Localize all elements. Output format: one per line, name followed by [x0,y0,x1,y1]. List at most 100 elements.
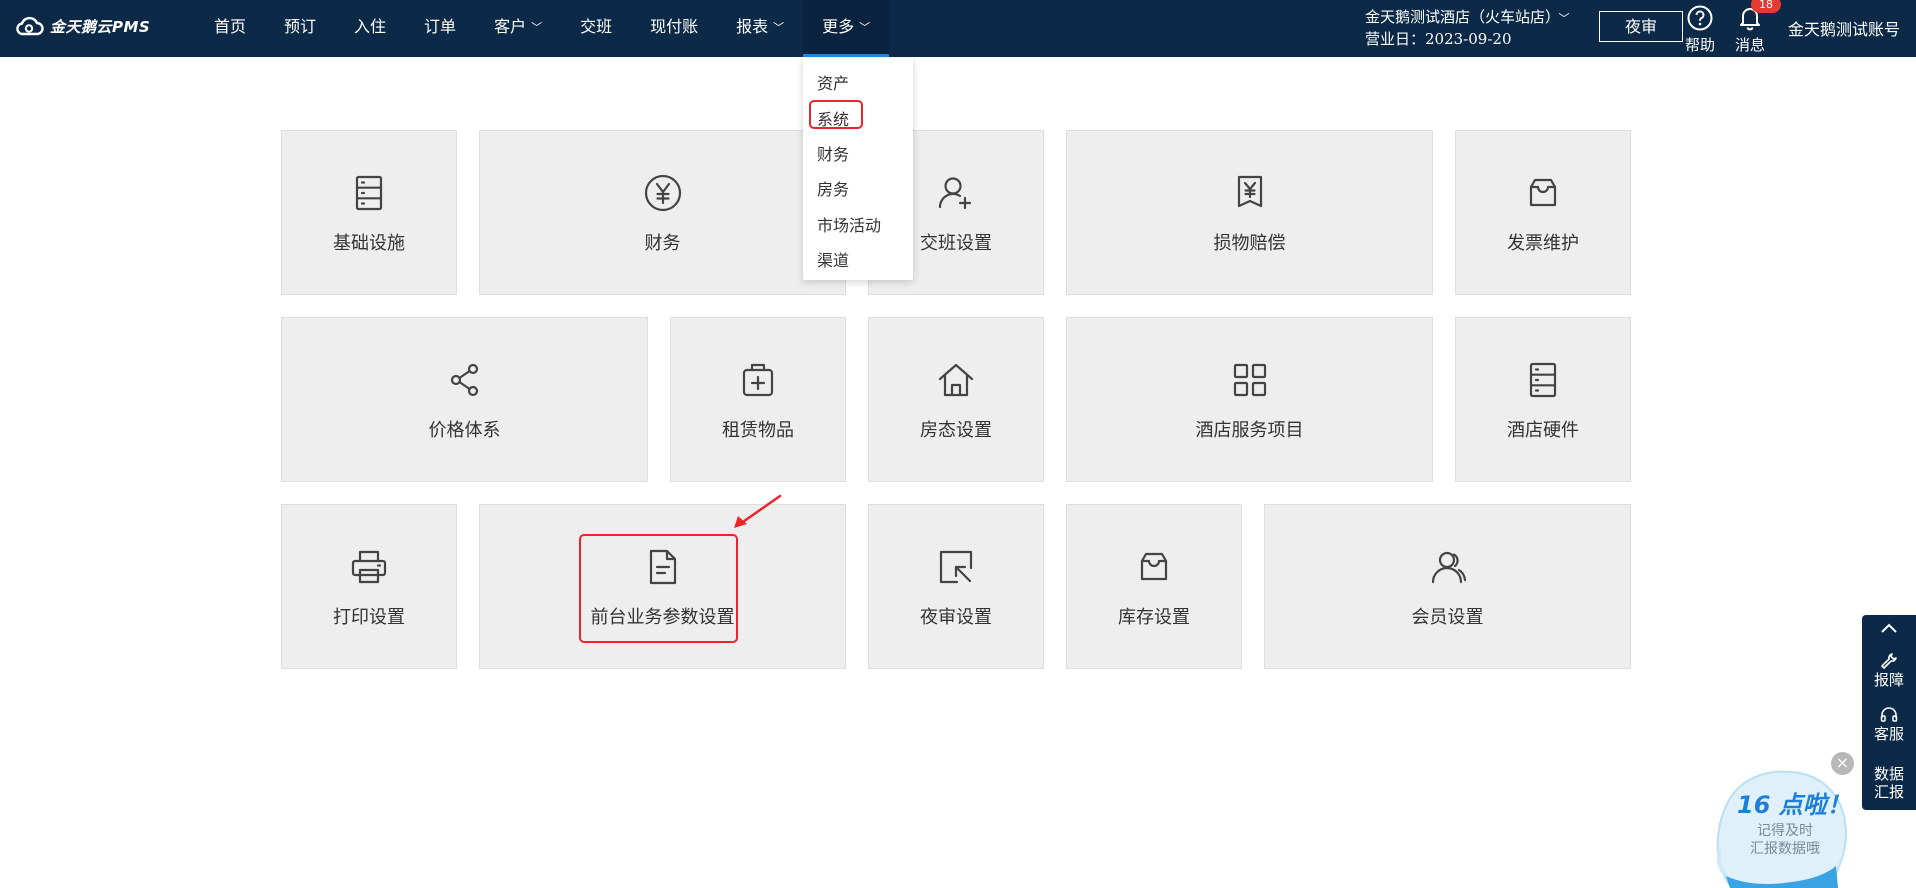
chevron-up-icon [1881,623,1897,633]
tile-hotel-service-items[interactable]: 酒店服务项目 [1066,317,1433,482]
menu-item-channels[interactable]: 渠道 [817,247,849,271]
inbox-icon [1523,173,1563,213]
nav-label: 现付账 [650,17,699,36]
promo-title: 16 点啦！ [1737,791,1851,819]
nav-item-orders[interactable]: 订单 [405,0,475,57]
cursor-box-icon [936,547,976,587]
customer-service-label: 客服 [1873,725,1904,743]
floating-side-panel: 报障 客服 数据汇报 [1862,615,1916,810]
wrench-icon [1881,653,1897,669]
data-report-label: 数据汇报 [1874,765,1905,801]
menu-item-marketing[interactable]: 市场活动 [817,212,881,236]
tile-hotel-hardware[interactable]: 酒店硬件 [1455,317,1631,482]
tile-label: 会员设置 [1411,607,1484,628]
annotation-arrow-icon [734,494,782,528]
tile-label: 价格体系 [428,420,501,441]
nav-item-more[interactable]: 更多 ﹀ [803,0,890,57]
question-circle-icon [1687,5,1713,31]
chevron-down-icon: ﹀ [531,21,543,34]
yen-circle-icon [643,173,683,213]
tile-member-settings[interactable]: 会员设置 [1264,504,1631,669]
close-icon[interactable]: × [1831,752,1854,775]
menu-item-housekeeping[interactable]: 房务 [817,176,849,200]
tile-label: 房态设置 [920,420,992,441]
nav-label: 交班 [580,17,613,36]
nav-label: 客户 [494,17,527,36]
promo-line-1: 记得及时 [1757,823,1813,839]
help-button[interactable]: 帮助 [1678,4,1722,55]
nav-item-reports[interactable]: 报表 ﹀ [717,0,803,57]
nav-label: 更多 [822,17,855,36]
report-issue-button[interactable]: 报障 [1862,651,1916,689]
share-nodes-icon [445,360,485,400]
nav-label: 订单 [424,17,457,36]
tile-label: 基础设施 [333,233,405,254]
nav-item-checkin[interactable]: 入住 [335,0,405,57]
tile-label: 财务 [644,233,681,254]
messages-label: 消息 [1734,36,1765,54]
chevron-down-icon: ﹀ [1558,12,1570,25]
headset-icon [1880,707,1898,722]
users-icon [1428,547,1468,587]
tile-label: 夜审设置 [920,607,992,628]
tile-room-status-settings[interactable]: 房态设置 [868,317,1044,482]
cloud-logo-icon [16,16,44,36]
medical-bag-icon [738,360,778,400]
house-icon [936,360,976,400]
tile-label: 租赁物品 [722,420,794,441]
tile-label: 库存设置 [1118,607,1190,628]
tile-label: 酒店服务项目 [1195,420,1304,441]
brand-name: 金天鹅云PMS [50,17,151,36]
tile-inventory-settings[interactable]: 库存设置 [1066,504,1242,669]
tile-rental-items[interactable]: 租赁物品 [670,317,846,482]
chevron-down-icon: ﹀ [859,21,871,34]
tile-infrastructure[interactable]: 基础设施 [281,130,457,295]
menu-item-assets[interactable]: 资产 [817,70,849,94]
nav-label: 入住 [354,17,387,36]
tile-print-settings[interactable]: 打印设置 [281,504,457,669]
promo-line-2: 汇报数据哦 [1750,841,1820,857]
data-report-button[interactable]: 数据汇报 [1874,765,1904,801]
highlight-box [809,100,863,129]
tile-label: 发票维护 [1507,233,1579,254]
hotel-selector[interactable]: 金天鹅测试酒店（火车站店） ﹀ 营业日：2023-09-20 [1365,7,1570,49]
server-rack-icon [349,173,389,213]
server-rack-icon [1523,360,1563,400]
back-to-top-button[interactable] [1862,621,1916,635]
tile-label: 损物赔偿 [1213,233,1286,254]
account-name[interactable]: 金天鹅测试账号 [1788,16,1900,40]
report-issue-label: 报障 [1873,671,1904,689]
hotel-name: 金天鹅测试酒店（火车站店） [1365,8,1553,26]
highlight-box [579,534,738,643]
tile-damage-compensation[interactable]: 损物赔偿 [1066,130,1433,295]
nav-label: 报表 [736,17,769,36]
night-audit-button[interactable]: 夜审 [1599,11,1683,42]
brand-logo[interactable]: 金天鹅云PMS [14,15,150,37]
business-date: 营业日：2023-09-20 [1365,30,1512,48]
tile-night-audit-settings[interactable]: 夜审设置 [868,504,1044,669]
messages-button[interactable]: 18 消息 [1728,0,1781,55]
more-dropdown-menu: 资产 系统 财务 房务 市场活动 渠道 [803,58,913,280]
tile-label: 酒店硬件 [1507,420,1579,441]
nav-item-home[interactable]: 首页 [195,0,265,57]
nav-label: 预订 [284,17,317,36]
user-add-icon [936,173,976,213]
tile-label: 打印设置 [333,607,405,628]
printer-icon [349,547,389,587]
customer-service-button[interactable]: 客服 [1862,705,1916,743]
nav-label: 首页 [214,17,247,36]
menu-item-finance[interactable]: 财务 [817,141,849,165]
tile-price-system[interactable]: 价格体系 [281,317,648,482]
nav-item-cash-account[interactable]: 现付账 [631,0,717,57]
nav-item-customers[interactable]: 客户 ﹀ [475,0,561,57]
tile-finance[interactable]: 财务 [479,130,846,295]
grid-icon [1230,360,1270,400]
nav-item-reservation[interactable]: 预订 [265,0,335,57]
tile-invoice-maintenance[interactable]: 发票维护 [1455,130,1631,295]
chevron-down-icon: ﹀ [773,21,785,34]
inbox-icon [1134,547,1174,587]
main-nav: 首页 预订 入住 订单 客户 ﹀ 交班 现付账 报表 ﹀ 更多 ﹀ [195,0,890,57]
nav-item-shift[interactable]: 交班 [561,0,631,57]
message-count-badge: 18 [1751,0,1781,13]
top-navigation-bar: 金天鹅云PMS 首页 预订 入住 订单 客户 ﹀ 交班 现付账 报表 ﹀ 更多 ﹀ 金… [0,0,1916,57]
